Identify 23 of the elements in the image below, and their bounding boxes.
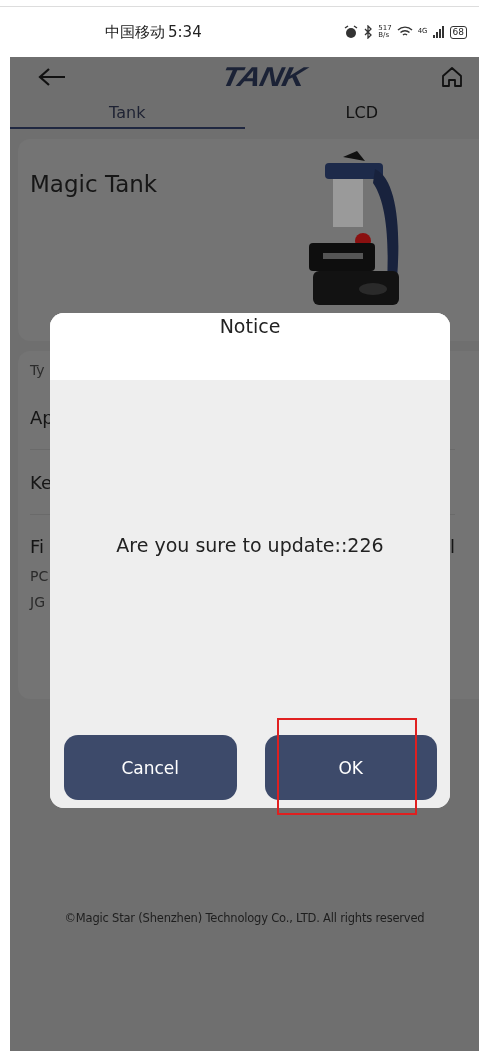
home-icon[interactable] — [441, 66, 463, 88]
dialog-message: Are you sure to update::226 — [115, 532, 385, 558]
dialog-button[interactable]: Cancel — [64, 735, 237, 800]
clock-time: 5:34 — [168, 22, 202, 42]
signal-icon — [432, 26, 445, 38]
row-label: Fi — [30, 535, 45, 557]
version-line: PC — [30, 567, 50, 586]
row-value: l — [450, 535, 455, 557]
device-name: Magic Tank — [30, 170, 158, 199]
back-arrow-icon[interactable] — [38, 67, 66, 87]
app-logo: TANK — [219, 63, 308, 91]
dialog-title: Notice — [50, 313, 450, 380]
dialog-button[interactable]: OK — [264, 735, 437, 800]
copyright-text: ©Magic Star (Shenzhen) Technology Co., LTD. All rights reserved — [64, 911, 425, 925]
carrier-name: 中国移动 — [105, 22, 165, 42]
row-label: Ke — [30, 471, 52, 493]
battery-level: 68 — [449, 25, 467, 39]
wifi-icon — [396, 26, 413, 38]
section-label: Ty — [30, 361, 46, 380]
version-line: JG — [30, 593, 46, 612]
alarm-icon — [344, 25, 359, 39]
bluetooth-icon — [363, 25, 374, 39]
tab[interactable]: LCD — [244, 97, 479, 129]
